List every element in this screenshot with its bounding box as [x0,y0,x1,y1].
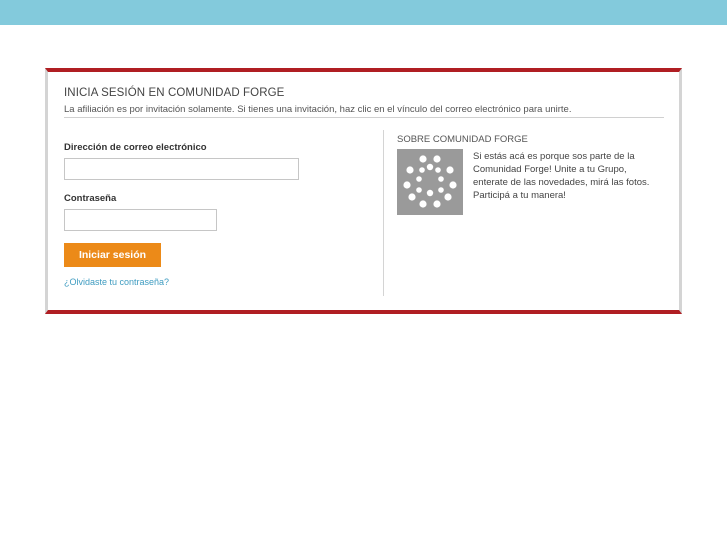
dot-circle-logo-icon [397,149,463,215]
about-description: Si estás acá es porque sos parte de la C… [473,151,650,201]
login-card: INICIA SESIÓN EN COMUNIDAD FORGE La afil… [45,68,682,314]
password-field[interactable] [64,209,217,231]
dot-circle-logo-graphic [403,155,457,208]
login-button[interactable]: Iniciar sesión [64,243,161,267]
invitation-notice: La afiliación es por invitación solament… [64,104,572,115]
column-divider [383,130,384,296]
email-field[interactable] [64,158,299,180]
top-header-bar [0,0,727,25]
page-title: INICIA SESIÓN EN COMUNIDAD FORGE [64,87,285,99]
forgot-password-link[interactable]: ¿Olvidaste tu contraseña? [64,277,169,287]
header-divider [64,117,664,118]
about-title: SOBRE COMUNIDAD FORGE [397,134,528,145]
email-label: Dirección de correo electrónico [64,142,207,153]
password-label: Contraseña [64,193,117,204]
